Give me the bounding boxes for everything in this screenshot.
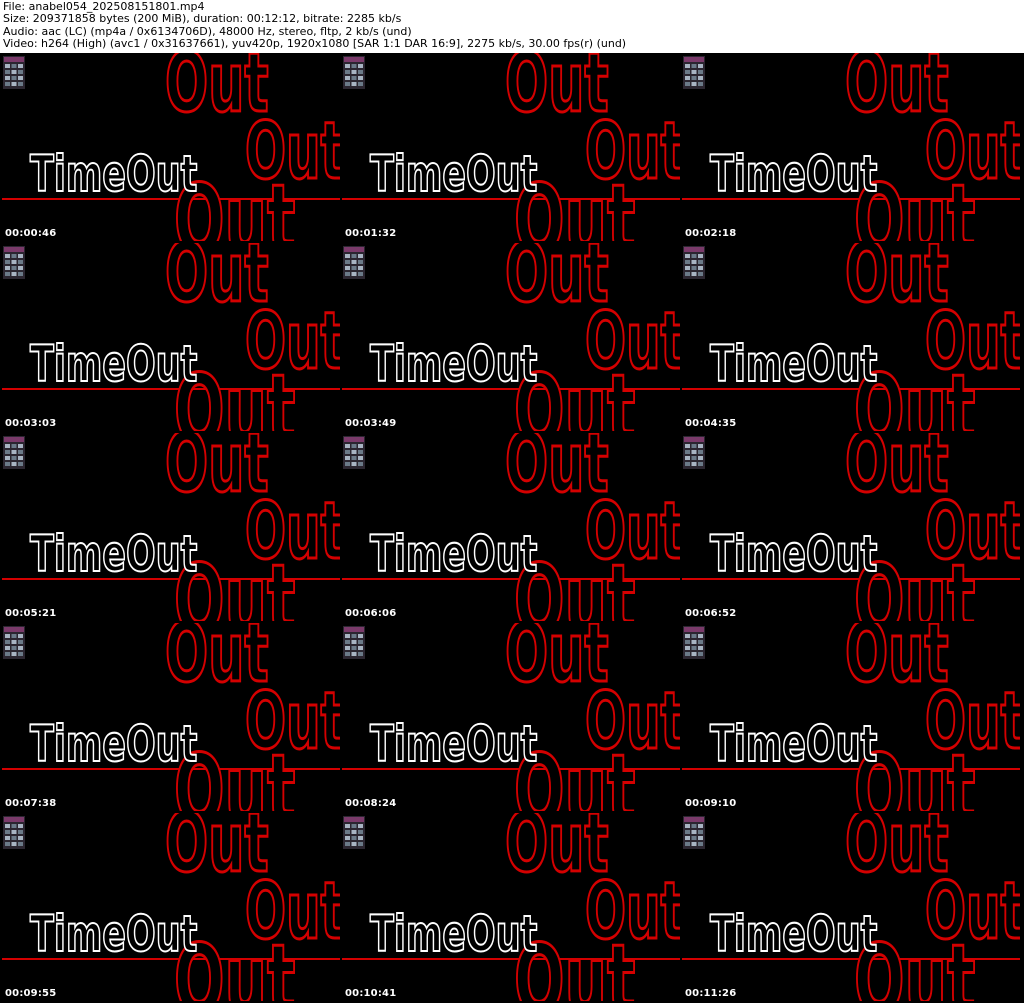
pip-preview — [683, 626, 705, 659]
video-thumbnail: Out Out Out TimeOut 00:03:49 — [342, 243, 680, 431]
pip-preview — [683, 816, 705, 849]
frame-graphic: OutOutOutTimeOut — [682, 433, 1020, 621]
video-info-line: Video: h264 (High) (avc1 / 0x31637661), … — [3, 37, 627, 51]
thumbnail-timestamp: 00:07:38 — [5, 798, 57, 809]
video-thumbnail: Out Out Out TimeOut 00:00:46 — [2, 53, 340, 241]
thumbnail-timestamp: 00:10:41 — [345, 988, 397, 999]
frame-graphic: OutOutOutTimeOut — [342, 623, 680, 811]
timeout-logo: TimeOut — [370, 716, 537, 774]
video-thumbnail: Out Out Out TimeOut 00:05:21 — [2, 433, 340, 621]
video-thumbnail: Out Out Out TimeOut 00:09:55 — [2, 813, 340, 1001]
pip-preview — [343, 816, 365, 849]
frame-graphic: OutOutOutTimeOut — [2, 623, 340, 811]
thumbnail-timestamp: 00:04:35 — [685, 418, 737, 429]
timeout-logo: TimeOut — [30, 716, 197, 774]
video-thumbnail: Out Out Out TimeOut 00:08:24 — [342, 623, 680, 811]
timeout-logo: TimeOut — [710, 146, 877, 204]
pip-preview — [683, 246, 705, 279]
frame-graphic: OutOutOutTimeOut — [2, 53, 340, 241]
video-thumbnail: Out Out Out TimeOut 00:10:41 — [342, 813, 680, 1001]
video-thumbnail: Out Out Out TimeOut 00:02:18 — [682, 53, 1020, 241]
frame-graphic: OutOutOutTimeOut — [2, 243, 340, 431]
thumbnail-timestamp: 00:08:24 — [345, 798, 397, 809]
thumbnail-timestamp: 00:09:55 — [5, 988, 57, 999]
timeout-logo: TimeOut — [710, 716, 877, 774]
pip-preview — [343, 626, 365, 659]
video-thumbnail: Out Out Out TimeOut 00:01:32 — [342, 53, 680, 241]
timeout-logo: TimeOut — [710, 336, 877, 394]
timeout-logo: TimeOut — [30, 146, 197, 204]
pip-preview — [3, 816, 25, 849]
video-thumbnail: Out Out Out TimeOut 00:07:38 — [2, 623, 340, 811]
timeout-logo: TimeOut — [370, 146, 537, 204]
timeout-logo: TimeOut — [710, 526, 877, 584]
thumbnail-timestamp: 00:02:18 — [685, 228, 737, 239]
video-thumbnail: Out Out Out TimeOut 00:06:06 — [342, 433, 680, 621]
thumbnail-timestamp: 00:11:26 — [685, 988, 737, 999]
thumbnail-timestamp: 00:00:46 — [5, 228, 57, 239]
pip-preview — [3, 246, 25, 279]
pip-preview — [683, 56, 705, 89]
video-thumbnail: Out Out Out TimeOut 00:03:03 — [2, 243, 340, 431]
frame-graphic: OutOutOutTimeOut — [682, 623, 1020, 811]
thumbnail-timestamp: 00:09:10 — [685, 798, 737, 809]
frame-graphic: OutOutOutTimeOut — [682, 243, 1020, 431]
frame-graphic: OutOutOutTimeOut — [342, 53, 680, 241]
thumbnail-grid: Out Out Out TimeOut 00:00:46 Out Out Out TimeOut… — [0, 53, 1024, 1003]
timeout-logo: TimeOut — [30, 526, 197, 584]
frame-graphic: OutOutOutTimeOut — [682, 813, 1020, 1001]
thumbnail-timestamp: 00:03:03 — [5, 418, 57, 429]
pip-preview — [3, 56, 25, 89]
frame-graphic: OutOutOutTimeOut — [2, 433, 340, 621]
video-thumbnail: Out Out Out TimeOut 00:06:52 — [682, 433, 1020, 621]
thumbnail-timestamp: 00:06:06 — [345, 608, 397, 619]
frame-graphic: OutOutOutTimeOut — [342, 433, 680, 621]
timeout-logo: TimeOut — [30, 906, 197, 964]
frame-graphic: OutOutOutTimeOut — [2, 813, 340, 1001]
timeout-logo: TimeOut — [370, 526, 537, 584]
frame-graphic: OutOutOutTimeOut — [342, 813, 680, 1001]
pip-preview — [3, 626, 25, 659]
timeout-logo: TimeOut — [370, 336, 537, 394]
file-size-line: Size: 209371858 bytes (200 MiB), duratio… — [3, 12, 402, 26]
frame-graphic: OutOutOutTimeOut — [342, 243, 680, 431]
pip-preview — [3, 436, 25, 469]
timeout-logo: TimeOut — [30, 336, 197, 394]
video-thumbnail: Out Out Out TimeOut 00:11:26 — [682, 813, 1020, 1001]
timeout-logo: TimeOut — [370, 906, 537, 964]
thumbnail-timestamp: 00:06:52 — [685, 608, 737, 619]
pip-preview — [683, 436, 705, 469]
video-thumbnail: Out Out Out TimeOut 00:04:35 — [682, 243, 1020, 431]
pip-preview — [343, 56, 365, 89]
thumbnail-timestamp: 00:05:21 — [5, 608, 57, 619]
video-thumbnail: Out Out Out TimeOut 00:09:10 — [682, 623, 1020, 811]
timeout-logo: TimeOut — [710, 906, 877, 964]
pip-preview — [343, 246, 365, 279]
pip-preview — [343, 436, 365, 469]
thumbnail-timestamp: 00:03:49 — [345, 418, 397, 429]
frame-graphic: OutOutOutTimeOut — [682, 53, 1020, 241]
thumbnail-timestamp: 00:01:32 — [345, 228, 397, 239]
metadata-header: File: anabel054_202508151801.mp4 Size: 2… — [0, 0, 1024, 53]
